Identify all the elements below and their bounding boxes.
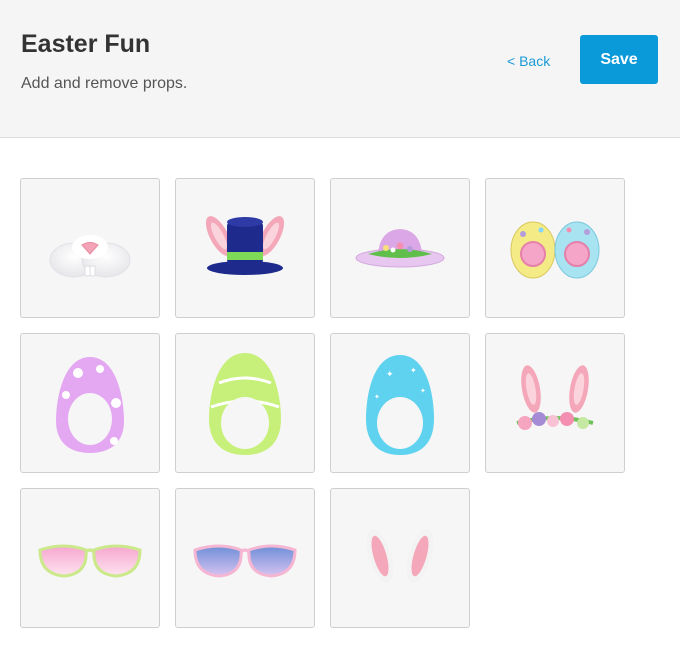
prop-tile[interactable] (20, 333, 160, 473)
svg-text:✦: ✦ (410, 366, 417, 375)
prop-tile[interactable] (175, 488, 315, 628)
purple-egg-frame-icon (56, 357, 124, 453)
prop-tile[interactable]: ✦ ✦ ✦ ✦ (330, 333, 470, 473)
save-button[interactable]: Save (580, 35, 658, 84)
prop-tile[interactable] (485, 333, 625, 473)
svg-text:✦: ✦ (386, 370, 394, 380)
back-link[interactable]: < Back (507, 53, 550, 69)
prop-tile[interactable] (330, 488, 470, 628)
prop-tile[interactable] (20, 178, 160, 318)
pink-sunglasses-icon (38, 544, 142, 578)
prop-tile[interactable] (175, 333, 315, 473)
svg-text:✦: ✦ (420, 387, 426, 395)
svg-text:✦: ✦ (374, 393, 380, 401)
bunny-top-hat-icon (205, 216, 285, 275)
bunny-ears-icon (366, 528, 434, 584)
header: Easter Fun Add and remove props. < Back … (0, 0, 680, 138)
blue-egg-frame-icon: ✦ ✦ ✦ ✦ (366, 355, 434, 455)
blue-sunglasses-icon (193, 544, 297, 578)
prop-tile[interactable] (20, 488, 160, 628)
easter-bonnet-icon (355, 229, 445, 268)
page-title: Easter Fun (21, 30, 151, 58)
prop-tile[interactable] (485, 178, 625, 318)
bunny-ears-flower-crown-icon (516, 365, 594, 430)
page-subtitle: Add and remove props. (21, 75, 188, 92)
prop-tile[interactable] (175, 178, 315, 318)
egg-goggles-icon (510, 221, 600, 279)
green-egg-frame-icon (209, 353, 281, 455)
bunny-nose-icon (49, 235, 131, 278)
prop-tile[interactable] (330, 178, 470, 318)
props-grid: ✦ ✦ ✦ ✦ (20, 178, 625, 628)
